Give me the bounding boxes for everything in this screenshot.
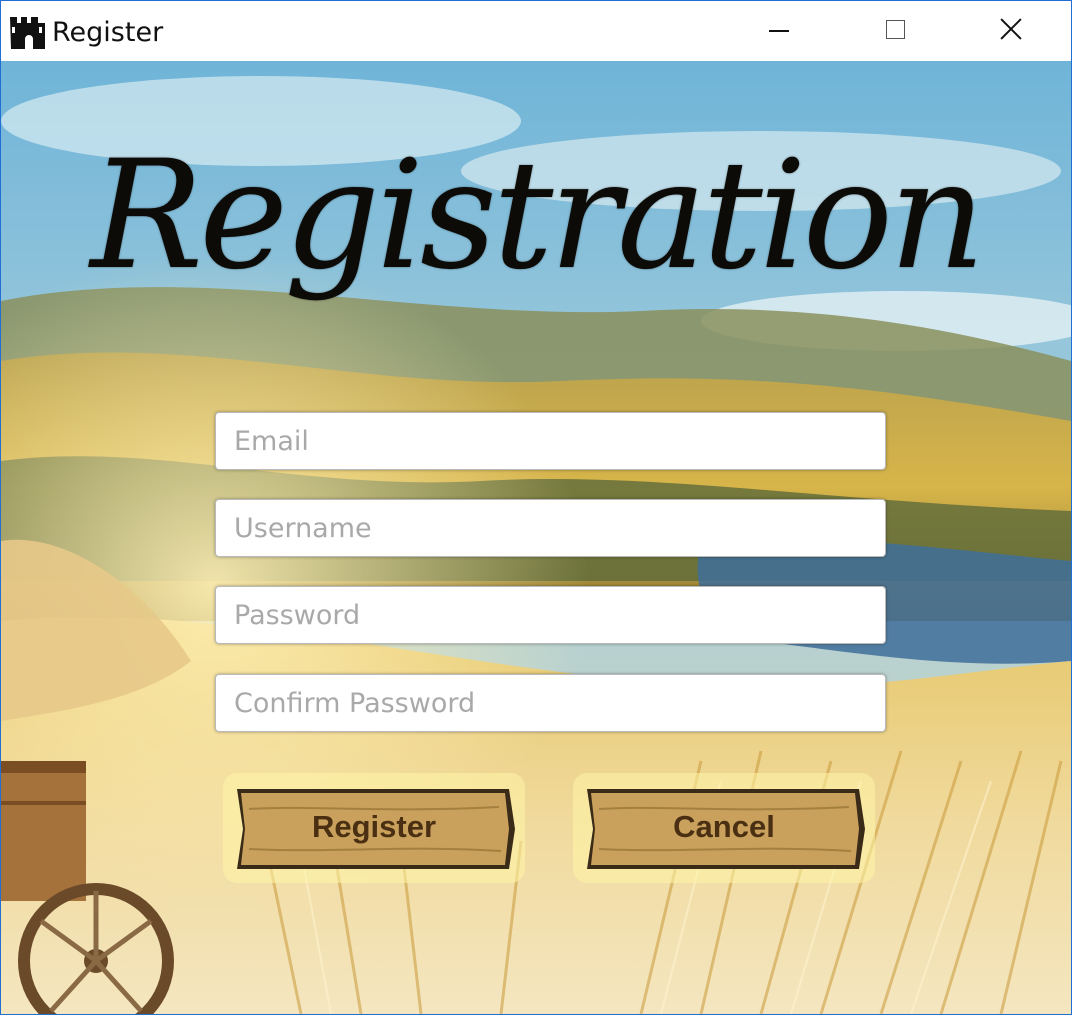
- registration-panel: Registration Register Cancel: [1, 61, 1071, 1014]
- password-field[interactable]: [215, 586, 886, 644]
- cancel-button[interactable]: Cancel: [569, 769, 879, 887]
- register-label: Register: [311, 809, 437, 844]
- minimize-button[interactable]: [721, 1, 837, 61]
- maximize-icon: [885, 19, 905, 39]
- window-title: Register: [52, 17, 164, 48]
- register-window: Register Registration Email Username Reg…: [0, 0, 1072, 1015]
- username-field[interactable]: [215, 499, 886, 557]
- email-field[interactable]: [215, 412, 886, 470]
- register-button[interactable]: Register: [219, 769, 529, 887]
- maximize-button[interactable]: [837, 1, 953, 61]
- confirm-password-field[interactable]: [215, 674, 886, 732]
- close-icon: [1000, 18, 1022, 40]
- page-title: Registration: [90, 129, 985, 303]
- close-button[interactable]: [953, 1, 1069, 61]
- castle-icon: [10, 17, 45, 49]
- minimize-icon: [769, 30, 789, 32]
- title-bar[interactable]: Register: [1, 1, 1071, 61]
- cancel-label: Cancel: [673, 809, 775, 844]
